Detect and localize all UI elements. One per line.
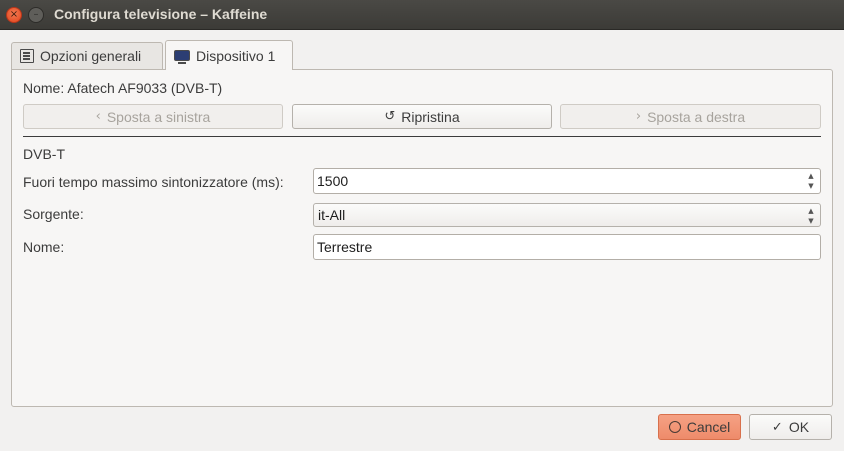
chevron-down-icon[interactable]: ▼: [808, 182, 813, 190]
source-label: Sorgente:: [23, 206, 84, 222]
close-icon: ×: [9, 9, 19, 20]
chevron-left-icon: ‹: [95, 109, 101, 124]
timeout-value: 1500: [317, 173, 349, 189]
list-icon: [20, 49, 34, 63]
minimize-window-button[interactable]: –: [28, 7, 44, 23]
close-window-button[interactable]: ×: [6, 7, 22, 23]
name-value: Terrestre: [317, 239, 373, 255]
tab-device-1-label: Dispositivo 1: [196, 47, 276, 64]
ok-label: OK: [788, 419, 810, 435]
move-right-label: Sposta a destra: [647, 108, 746, 125]
timeout-spinbox[interactable]: 1500 ▲ ▼: [313, 168, 821, 194]
source-value: it-All: [318, 207, 346, 223]
move-right-button[interactable]: › Sposta a destra: [560, 104, 821, 129]
cancel-icon: [668, 421, 681, 433]
reset-button[interactable]: ↺ Ripristina: [292, 104, 552, 129]
cancel-button[interactable]: Cancel: [658, 414, 741, 440]
name-label: Nome:: [23, 239, 65, 255]
window-title: Configura televisione – Kaffeine: [54, 6, 268, 22]
tv-icon: [174, 50, 190, 64]
tab-general-options[interactable]: Opzioni generali: [11, 42, 163, 69]
separator: [23, 136, 821, 137]
section-heading: DVB-T: [23, 146, 65, 162]
source-combobox[interactable]: it-All ▲ ▼: [313, 203, 821, 227]
undo-icon: ↺: [384, 109, 396, 124]
move-left-label: Sposta a sinistra: [106, 108, 211, 125]
ok-button[interactable]: ✓ OK: [749, 414, 832, 440]
device-name-label: Nome: Afatech AF9033 (DVB-T): [23, 80, 223, 96]
move-left-button[interactable]: ‹ Sposta a sinistra: [23, 104, 283, 129]
chevron-up-icon[interactable]: ▲: [808, 172, 813, 180]
title-bar: × – Configura televisione – Kaffeine: [0, 0, 844, 30]
checkmark-icon: ✓: [771, 419, 783, 435]
device-panel: Nome: Afatech AF9033 (DVB-T) ‹ Sposta a …: [11, 69, 833, 407]
timeout-label: Fuori tempo massimo sintonizzatore (ms):: [23, 174, 284, 190]
tab-device-1[interactable]: Dispositivo 1: [165, 40, 293, 70]
chevron-right-icon: ›: [635, 109, 642, 124]
combo-arrows-icon: ▲ ▼: [808, 207, 814, 225]
spin-arrows[interactable]: ▲ ▼: [807, 172, 815, 190]
cancel-label: Cancel: [686, 419, 731, 435]
name-input[interactable]: Terrestre: [313, 234, 821, 260]
tab-general-options-label: Opzioni generali: [40, 48, 142, 64]
reset-label: Ripristina: [401, 108, 460, 125]
minimize-icon: –: [33, 9, 39, 20]
